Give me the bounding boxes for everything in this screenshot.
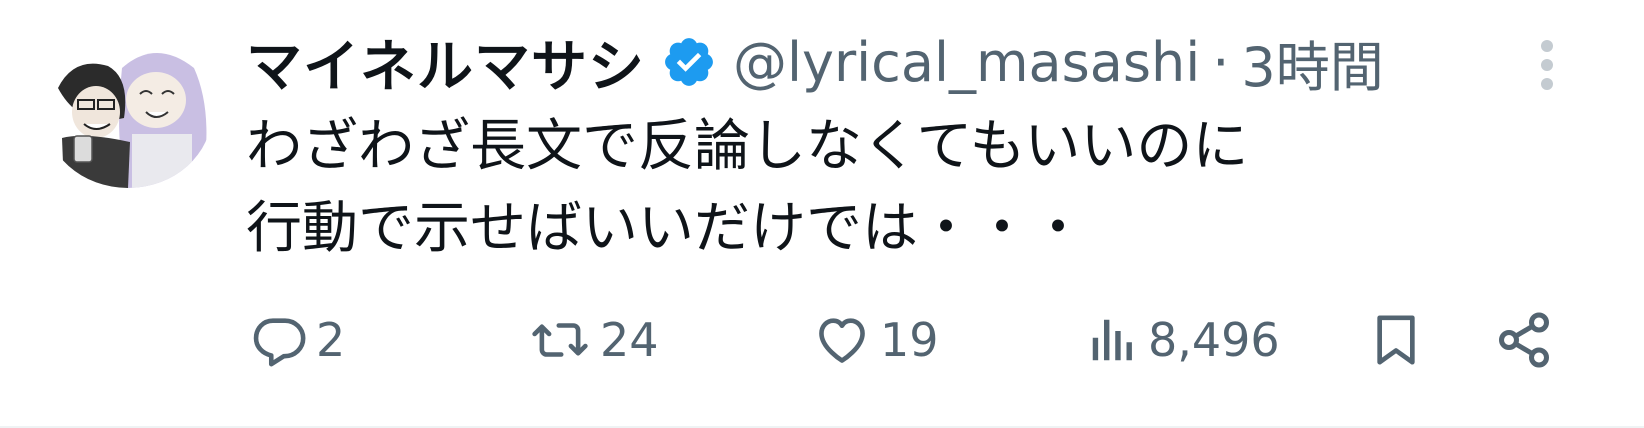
share-icon — [1494, 310, 1554, 370]
bookmark-button[interactable] — [1368, 304, 1424, 376]
retweet-icon — [528, 311, 592, 369]
views-button[interactable]: 8,496 — [1086, 304, 1280, 376]
display-name[interactable]: マイネルマサシ — [246, 22, 645, 103]
views-chart-icon — [1086, 311, 1140, 369]
share-button[interactable] — [1494, 304, 1554, 376]
user-avatar[interactable] — [44, 38, 212, 188]
verified-badge-icon[interactable] — [661, 34, 717, 90]
views-count: 8,496 — [1148, 313, 1280, 367]
bookmark-icon — [1368, 308, 1424, 372]
timestamp[interactable]: 3時間 — [1241, 23, 1383, 102]
reply-icon — [250, 311, 308, 369]
like-button[interactable]: 19 — [812, 304, 939, 376]
user-handle[interactable]: @lyrical_masashi — [733, 31, 1200, 94]
reply-button[interactable]: 2 — [250, 304, 345, 376]
retweet-count: 24 — [600, 313, 659, 367]
separator-dot: · — [1212, 30, 1230, 94]
more-options-icon[interactable] — [1532, 38, 1562, 92]
retweet-button[interactable]: 24 — [528, 304, 659, 376]
tweet-card[interactable]: マイネルマサシ @lyrical_masashi · 3時間 わざわざ長文で反論… — [0, 0, 1644, 428]
heart-icon — [812, 311, 872, 369]
like-count: 19 — [880, 313, 939, 367]
tweet-text-line: 行動で示せばいいだけでは・・・ — [246, 196, 1086, 261]
tweet-text-line: わざわざ長文で反論しなくてもいいのに — [246, 114, 1249, 179]
reply-count: 2 — [316, 313, 346, 367]
tweet-text: わざわざ長文で反論しなくてもいいのに 行動で示せばいいだけでは・・・ — [246, 106, 1248, 270]
